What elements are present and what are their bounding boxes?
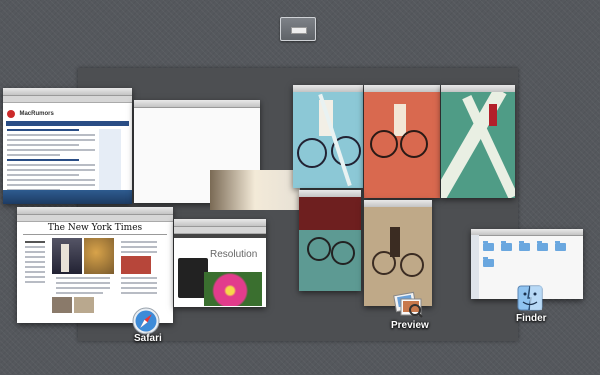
site-name: MacRumors (19, 110, 54, 117)
apple-headline: Resolution (210, 249, 258, 260)
preview-window-dark-bike[interactable] (299, 190, 361, 291)
folder-icon[interactable] (501, 241, 512, 251)
window-titlebar (471, 229, 583, 236)
news-columns (17, 236, 173, 315)
finder-app-label: Finder (516, 313, 547, 324)
safari-window-nytimes[interactable]: The New York Times (17, 207, 173, 323)
window-titlebar (3, 88, 132, 96)
dock-strip (3, 190, 132, 204)
flower-photo (204, 272, 262, 306)
window-titlebar (174, 219, 266, 227)
preview-window-blue-bike[interactable] (293, 85, 363, 188)
safari-window-macrumors[interactable]: MacRumors Front Page (3, 88, 132, 204)
bicycle-artwork-dark (299, 197, 361, 291)
bicycle-artwork-blue (293, 92, 363, 188)
news-photo-people (52, 238, 82, 274)
article-area (3, 126, 132, 199)
sidebar-column (99, 129, 121, 199)
apple-hero: Resolution (174, 238, 266, 307)
window-titlebar (134, 100, 260, 108)
folder-icon[interactable] (483, 257, 494, 267)
preview-photos-icon[interactable] (393, 290, 423, 318)
folder-icon[interactable] (537, 241, 548, 251)
space-window-preview (291, 27, 307, 34)
bicycle-artwork-green (441, 92, 515, 198)
news-photo-food (84, 238, 114, 274)
desktop-photo-glimpse (210, 170, 300, 210)
window-toolbar (174, 227, 266, 234)
safari-window-apple[interactable]: Resolution (174, 219, 266, 307)
site-header: MacRumors (3, 103, 132, 121)
news-ad-image (121, 256, 151, 274)
nytimes-masthead: The New York Times (23, 223, 167, 235)
macrumors-logo-icon (7, 109, 15, 118)
folder-icon[interactable] (555, 241, 566, 251)
folder-icon[interactable] (519, 241, 530, 251)
window-toolbar (3, 96, 132, 103)
finder-face-icon[interactable] (517, 285, 543, 311)
preview-window-green-bike[interactable] (441, 85, 515, 198)
window-titlebar (17, 207, 173, 215)
preview-app-label: Preview (391, 320, 429, 331)
window-toolbar (17, 215, 173, 222)
safari-app-label: Safari (134, 333, 162, 344)
preview-window-red-bike[interactable] (364, 85, 440, 198)
folder-icon[interactable] (483, 241, 494, 251)
finder-sidebar (471, 235, 479, 299)
bicycle-artwork-red (364, 92, 440, 198)
safari-compass-icon[interactable] (132, 307, 160, 335)
desktop-space-thumbnail[interactable] (280, 17, 316, 41)
